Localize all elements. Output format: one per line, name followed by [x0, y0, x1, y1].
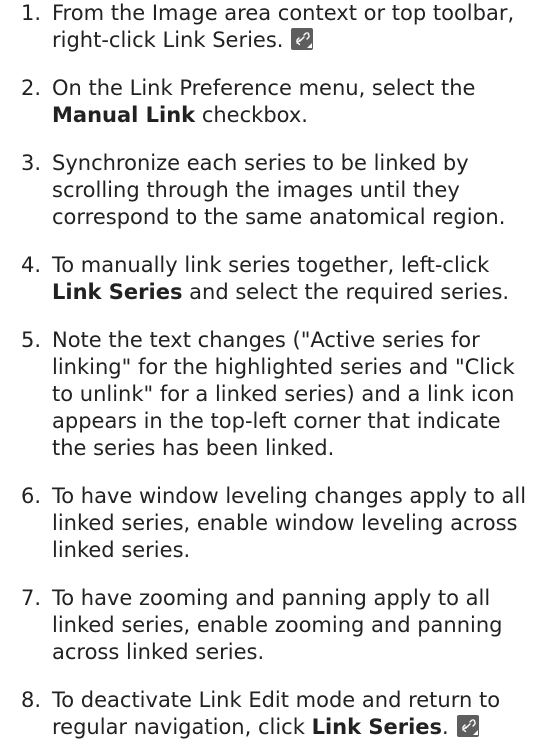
step-text: Synchronize each series to be linked by …: [52, 151, 505, 229]
link-series-icon: [291, 28, 314, 50]
step-text-segment: Synchronize each series to be linked by …: [52, 151, 506, 229]
step-number: 8.: [21, 688, 42, 712]
step-number: 2.: [21, 76, 42, 100]
step-text-segment: From the Image area context or top toolb…: [52, 1, 515, 52]
instruction-step: 8. To deactivate Link Edit mode and retu…: [0, 687, 547, 741]
step-text-segment: To manually link series together, left-c…: [52, 253, 490, 277]
ui-term: Link Series: [311, 715, 443, 739]
step-number: 7.: [21, 586, 42, 610]
step-text-segment: Note the text changes ("Active series fo…: [52, 328, 515, 460]
step-text-segment: .: [442, 715, 449, 739]
instruction-step: 6. To have window leveling changes apply…: [0, 483, 547, 564]
step-text: To deactivate Link Edit mode and return …: [52, 688, 500, 739]
step-text: To manually link series together, left-c…: [52, 253, 509, 304]
step-number: 6.: [21, 484, 42, 508]
step-text-segment: To have window leveling changes apply to…: [52, 484, 527, 562]
instruction-step: 2. On the Link Preference menu, select t…: [0, 75, 547, 129]
step-text: From the Image area context or top toolb…: [52, 1, 514, 52]
instruction-step: 5. Note the text changes ("Active series…: [0, 327, 547, 462]
step-text-segment: checkbox.: [195, 103, 308, 127]
step-text: On the Link Preference menu, select the …: [52, 76, 475, 127]
instruction-step: 7. To have zooming and panning apply to …: [0, 585, 547, 666]
link-series-icon: [456, 715, 479, 737]
step-text: To have window leveling changes apply to…: [52, 484, 526, 562]
instruction-step: 4. To manually link series together, lef…: [0, 252, 547, 306]
step-text-segment: and select the required series.: [182, 280, 510, 304]
step-text-segment: To have zooming and panning apply to all…: [52, 586, 503, 664]
step-text-segment: On the Link Preference menu, select the: [52, 76, 476, 100]
step-text: Note the text changes ("Active series fo…: [52, 328, 515, 460]
ui-term: Manual Link: [52, 103, 196, 127]
ui-term: Link Series: [52, 280, 183, 304]
instruction-step: 1. From the Image area context or top to…: [0, 0, 547, 54]
step-text: To have zooming and panning apply to all…: [52, 586, 503, 664]
step-number: 4.: [21, 253, 42, 277]
instruction-step: 3. Synchronize each series to be linked …: [0, 150, 547, 231]
step-number: 3.: [21, 151, 42, 175]
instruction-steps-list: 1. From the Image area context or top to…: [0, 0, 547, 741]
step-number: 5.: [21, 328, 42, 352]
step-number: 1.: [21, 1, 42, 25]
